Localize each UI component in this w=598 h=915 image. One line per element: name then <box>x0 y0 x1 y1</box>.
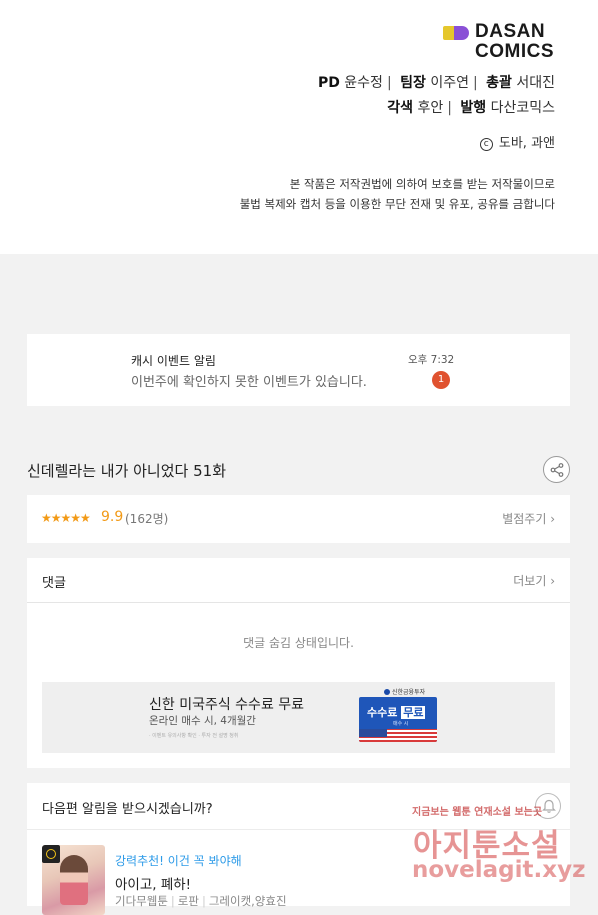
episode-title: 신데렐라는 내가 아니었다 51화 <box>27 462 226 480</box>
staff-credits: PD 윤수정 | 팀장 이주연 | 총괄 서대진 <box>317 75 555 91</box>
ad-banner-highlight: 무료 <box>401 706 426 719</box>
rating-stars-icon: ★★★★★ <box>41 511 91 525</box>
comments-title: 댓글 <box>42 576 66 591</box>
us-flag-icon <box>359 729 437 742</box>
bell-icon <box>542 799 556 813</box>
pd-label: PD <box>317 75 340 91</box>
recommended-meta: 기다무웹툰 | 로판 | 그레이캣,양효진 <box>115 894 287 908</box>
ad-brand: 신한금융투자 <box>384 687 425 696</box>
pd-name: 윤수정 <box>344 75 383 91</box>
ad-banner-text: 수수료 <box>367 706 398 719</box>
thumbnail-art <box>60 855 88 905</box>
cash-event-notification[interactable]: 캐시 이벤트 알림 이번주에 확인하지 못한 이벤트가 있습니다. 오후 7:3… <box>27 334 570 406</box>
publish-label: 발행 <box>460 100 487 116</box>
ad-banner-sub: 매수 시 <box>393 721 409 727</box>
ad-banner-image: 수수료 무료 매수 시 <box>359 697 437 742</box>
recommended-title[interactable]: 아이고, 폐하! <box>115 873 191 893</box>
divider <box>27 829 570 830</box>
chief-name: 서대진 <box>516 75 555 91</box>
ad-banner[interactable]: 신한 미국주식 수수료 무료 온라인 매수 시, 4개월간 · 이벤트 유의사항… <box>42 682 555 753</box>
chief-label: 총괄 <box>486 75 512 91</box>
notification-title: 캐시 이벤트 알림 <box>131 354 216 368</box>
rating-score: 9.9 <box>101 509 124 525</box>
lead-name: 이주연 <box>430 75 469 91</box>
recommend-tagline: 강력추천! 이건 꼭 봐야해 <box>115 854 242 868</box>
rating-count: (162명) <box>125 512 169 526</box>
adapt-label: 각색 <box>387 100 413 116</box>
comments-more-link[interactable]: 더보기 › <box>513 572 555 589</box>
share-button[interactable] <box>543 456 570 483</box>
credits-section: DASAN COMICS PD 윤수정 | 팀장 이주연 | 총괄 서대진 각색 후… <box>0 0 598 254</box>
recommended-thumbnail[interactable] <box>42 845 105 915</box>
notification-time: 오후 7:32 <box>408 354 455 366</box>
logo-mark-icon <box>443 26 469 40</box>
legal-notice-line1: 본 작품은 저작권법에 의하여 보호를 받는 저작물이므로 <box>289 177 555 191</box>
notification-body: 이번주에 확인하지 못한 이벤트가 있습니다. <box>131 375 367 390</box>
adapt-name: 후안 <box>417 100 444 116</box>
publish-name: 다산코믹스 <box>490 100 555 116</box>
ad-subtitle: 온라인 매수 시, 4개월간 <box>149 715 256 727</box>
comments-header: 댓글 더보기 › <box>27 558 570 603</box>
ad-fine-print: · 이벤트 유의사항 확인 · 투자 전 설명 청취 <box>149 733 239 739</box>
logo-line2: COMICS <box>475 41 554 62</box>
rating-box: ★★★★★ 9.9 (162명) 별점주기 › <box>27 495 570 543</box>
copyright-icon: c <box>479 138 493 151</box>
logo-line1: DASAN <box>475 21 546 42</box>
notification-badge: 1 <box>432 371 450 389</box>
next-episode-section: 다음편 알림을 받으시겠습니까? 강력추천! 이건 꼭 봐야해 아이고, 폐하!… <box>27 783 570 915</box>
share-icon <box>550 463 564 477</box>
comments-section: 댓글 더보기 › 댓글 숨김 상태입니다. 신한 미국주식 수수료 무료 온라인… <box>27 558 570 768</box>
rate-button[interactable]: 별점주기 › <box>502 510 555 527</box>
lead-label: 팀장 <box>400 75 426 91</box>
ad-title: 신한 미국주식 수수료 무료 <box>149 697 305 713</box>
copyright-holders: 도바, 과앤 <box>498 136 555 151</box>
comments-hidden-message: 댓글 숨김 상태입니다. <box>243 636 354 650</box>
copyright: c 도바, 과앤 <box>479 132 555 151</box>
adapt-publish-credits: 각색 후안 | 발행 다산코믹스 <box>387 100 555 116</box>
clock-icon <box>42 845 60 863</box>
alarm-button[interactable] <box>535 793 561 819</box>
dasan-comics-logo: DASAN COMICS <box>443 22 554 62</box>
legal-notice-line2: 불법 복제와 캡처 등을 이용한 무단 전재 및 유포, 공유를 금합니다 <box>239 197 555 211</box>
next-episode-question: 다음편 알림을 받으시겠습니까? <box>42 802 213 817</box>
